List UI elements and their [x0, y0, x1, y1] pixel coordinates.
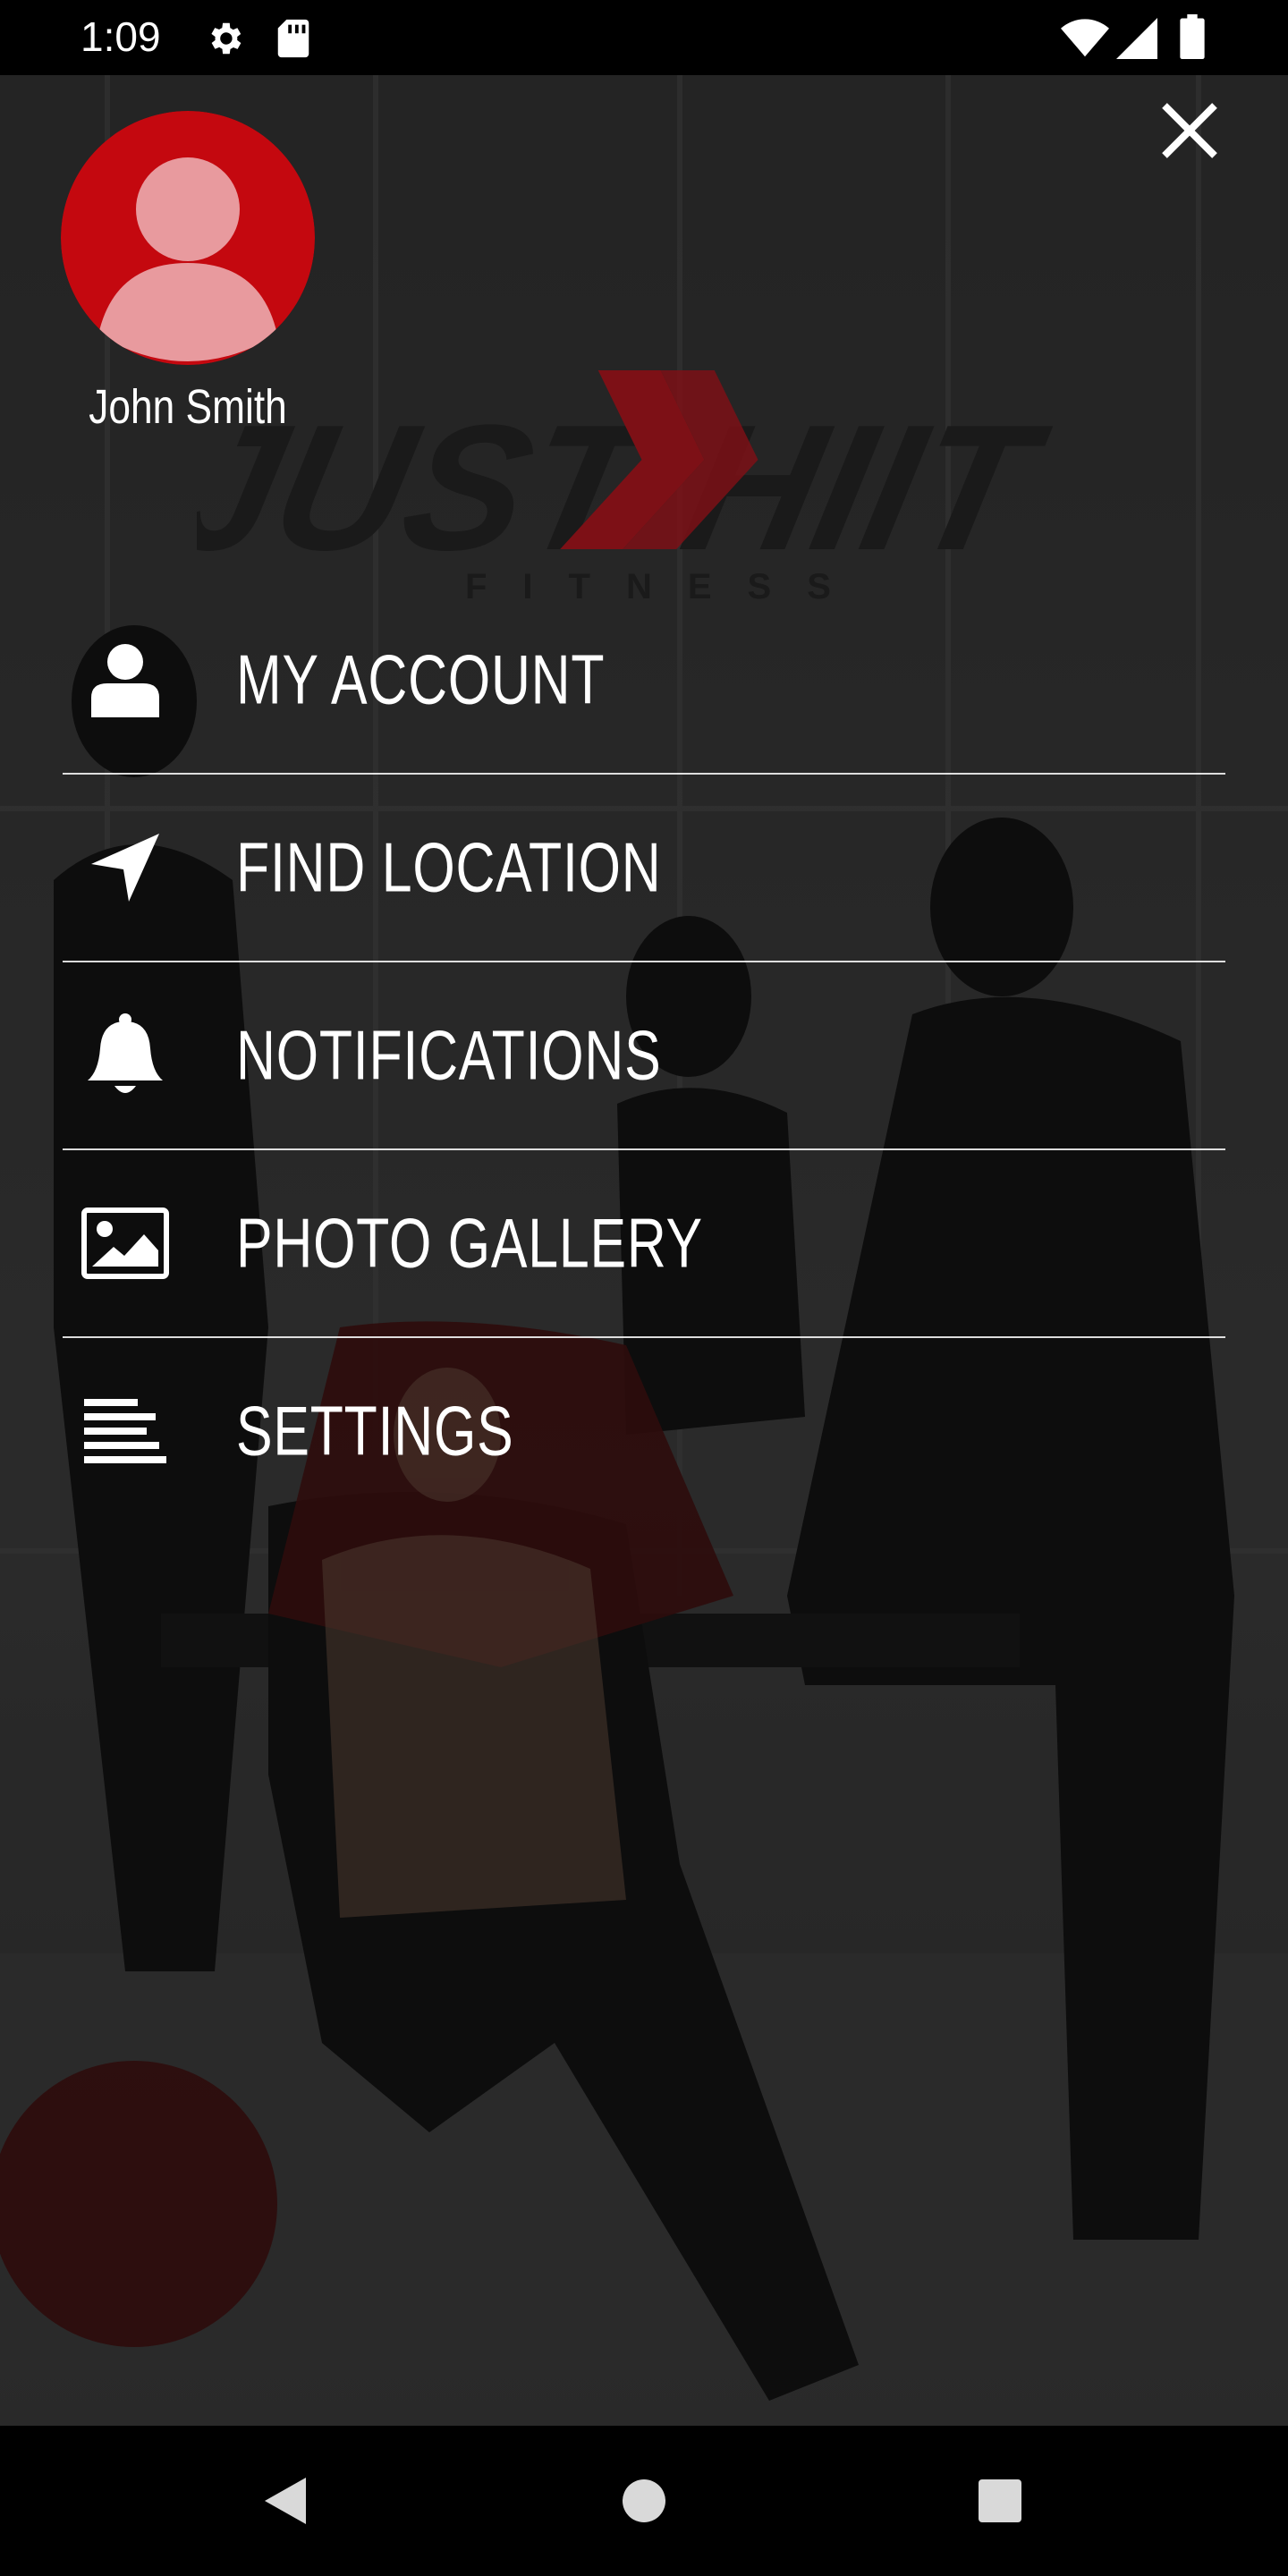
menu-item-settings[interactable]: SETTINGS [63, 1338, 1225, 1524]
navigation-drawer: JUST HIIT FITNESS John Smith MY ACCOUNT … [0, 75, 1288, 2426]
user-name: John Smith [89, 380, 287, 434]
navigation-arrow-icon [80, 823, 170, 912]
cell-signal-icon [1116, 18, 1157, 59]
gear-icon [211, 22, 242, 55]
avatar[interactable] [61, 111, 315, 365]
menu-label: SETTINGS [236, 1391, 514, 1470]
just-hiit-logo: JUST HIIT FITNESS [197, 370, 1062, 603]
back-icon[interactable] [259, 2474, 309, 2528]
status-bar: 1:09 [0, 0, 1288, 75]
status-time: 1:09 [80, 13, 161, 60]
menu-item-my-account[interactable]: MY ACCOUNT [63, 587, 1225, 775]
menu-label: PHOTO GALLERY [236, 1203, 703, 1283]
menu-item-find-location[interactable]: FIND LOCATION [63, 775, 1225, 962]
menu-item-photo-gallery[interactable]: PHOTO GALLERY [63, 1150, 1225, 1338]
person-avatar-icon [61, 111, 315, 365]
menu-label: NOTIFICATIONS [236, 1015, 662, 1095]
person-icon [80, 635, 170, 724]
menu-item-notifications[interactable]: NOTIFICATIONS [63, 962, 1225, 1150]
system-nav-bar [0, 2426, 1288, 2576]
recents-icon[interactable] [977, 2478, 1023, 2524]
bell-icon [80, 1011, 170, 1100]
wifi-icon [1061, 19, 1109, 57]
drawer-menu: MY ACCOUNT FIND LOCATION NOTIFICATIONS P… [63, 587, 1225, 1524]
battery-icon [1180, 14, 1205, 59]
menu-label: FIND LOCATION [236, 827, 662, 907]
settings-lines-icon [80, 1386, 170, 1476]
close-icon[interactable] [1154, 95, 1225, 166]
home-icon[interactable] [621, 2478, 667, 2524]
menu-label: MY ACCOUNT [236, 640, 606, 719]
sd-card-icon [277, 19, 309, 58]
image-icon [80, 1199, 170, 1288]
